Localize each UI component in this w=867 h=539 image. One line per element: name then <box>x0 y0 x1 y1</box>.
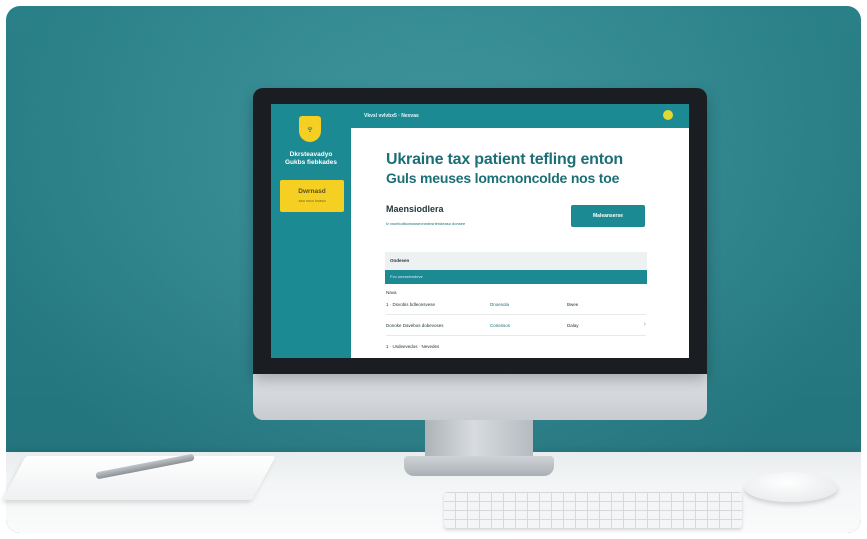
row-divider <box>386 314 646 315</box>
panel-header: Ondesen <box>385 252 647 270</box>
row-status: Bwee <box>567 302 579 307</box>
page-title: Ukraine tax patient tefling enton Guls m… <box>386 150 666 188</box>
keyboard <box>444 492 742 528</box>
sidebar-action-sublabel: ssa nscs twasa <box>298 198 326 203</box>
panel-header-label: Ondesen <box>390 258 410 263</box>
breadcrumb[interactable]: Vkvsl vvlvbx5 · Nexvas <box>364 113 419 119</box>
row-divider <box>386 335 646 336</box>
sidebar: ♆ Dkrsteavadyo Gukbs fiebkades Dwrnasd s… <box>271 104 351 358</box>
chevron-right-icon[interactable]: › <box>644 321 646 328</box>
mouse <box>744 472 838 502</box>
main-content: Ukraine tax patient tefling enton Guls m… <box>351 128 689 358</box>
row-category: Dnoesola <box>490 302 510 307</box>
panel-bar-text: Fvo oneselendeve <box>390 274 423 279</box>
monitor-stand-neck <box>425 420 533 460</box>
list-label: Nava <box>386 290 397 295</box>
table-row[interactable]: Donoke Davebos dobevoses Conessos Dalay … <box>386 321 646 333</box>
row-status: Dalay <box>567 323 579 328</box>
row-title: 1 · Usdeevedos · Nevedes <box>386 344 440 349</box>
section-description: lv vsnelodlsonswseonednsrlendeaso donsee <box>386 221 466 226</box>
org-name-line2: Gukbs fiebkades <box>284 159 338 166</box>
notebook <box>2 456 276 500</box>
section-title: Maensiodlera <box>386 204 444 214</box>
org-name: Dkrsteavadyo Gukbs fiebkades <box>275 151 347 167</box>
sidebar-action-label: Dwrnasd <box>298 188 326 195</box>
monitor-chin <box>253 374 707 420</box>
row-category: Conessos <box>490 323 511 328</box>
row-title: 1 · Dsvobis bdleonsvese <box>386 302 436 307</box>
org-name-line1: Dkrsteavadyo <box>289 151 333 158</box>
panel-selected-bar[interactable]: Fvo oneselendeve <box>385 270 647 284</box>
row-title: Donoke Davebos dobevoses <box>386 323 444 328</box>
headline-line1: Ukraine tax patient tefling enton <box>386 151 623 168</box>
sidebar-action-button[interactable]: Dwrnasd ssa nscs twasa <box>280 180 344 212</box>
primary-cta-button[interactable]: Maleanserse <box>571 205 645 227</box>
screen: ♆ Dkrsteavadyo Gukbs fiebkades Dwrnasd s… <box>271 104 689 358</box>
table-row[interactable]: 1 · Usdeevedos · Nevedes <box>386 342 646 354</box>
shield-trident-icon[interactable]: ♆ <box>299 116 321 142</box>
table-row[interactable]: 1 · Dsvobis bdleonsvese Dnoesola Bwee <box>386 300 646 312</box>
headline-line2: Guls meuses lomcnoncolde nos toe <box>386 170 620 186</box>
monitor: ♆ Dkrsteavadyo Gukbs fiebkades Dwrnasd s… <box>253 88 707 374</box>
topbar: Vkvsl vvlvbx5 · Nexvas <box>351 104 689 128</box>
monitor-stand-foot <box>404 456 554 476</box>
notification-dot-icon[interactable] <box>663 110 673 120</box>
